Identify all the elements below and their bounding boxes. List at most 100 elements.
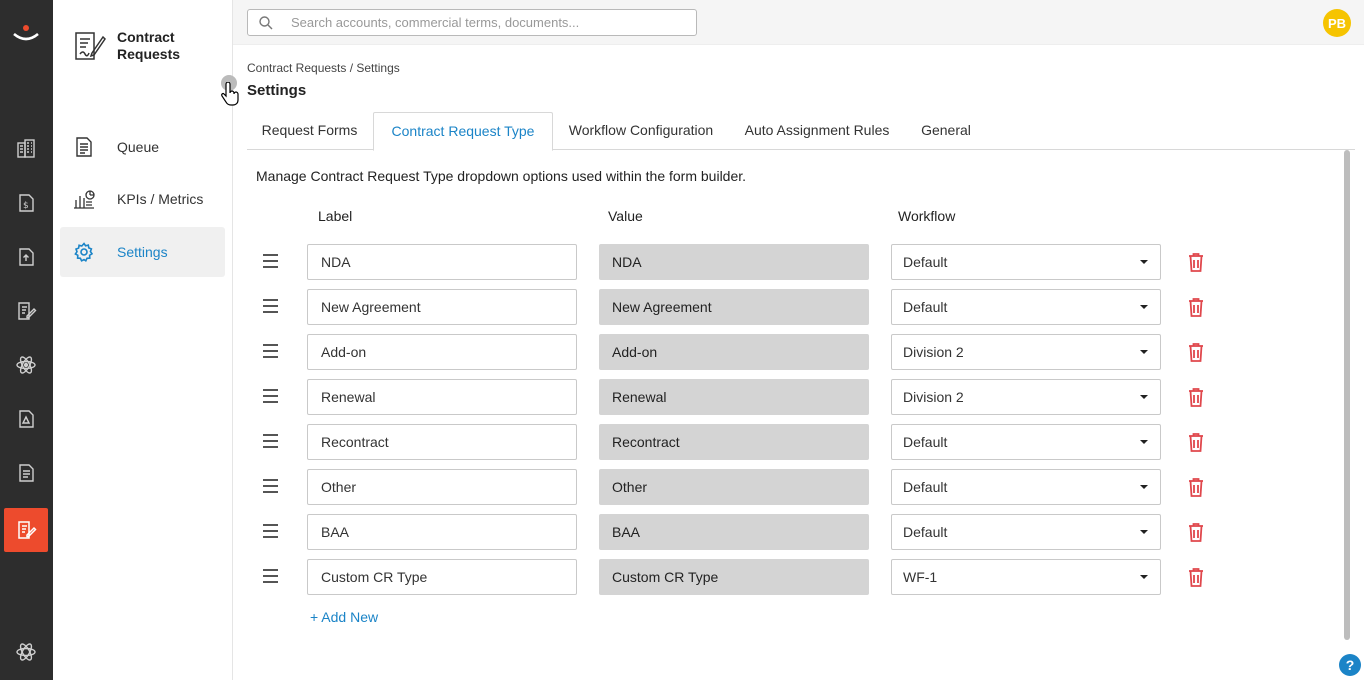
tab-general[interactable]: General	[911, 112, 981, 150]
workflow-select[interactable]: Default	[891, 244, 1161, 280]
label-input[interactable]	[307, 469, 577, 505]
table-row: Recontract Default	[256, 424, 1216, 460]
table-row: Add-on Division 2	[256, 334, 1216, 370]
atom-icon[interactable]	[14, 353, 38, 377]
table-row: BAA Default	[256, 514, 1216, 550]
value-field: Other	[599, 469, 869, 505]
workflow-selected-value: Default	[903, 524, 948, 540]
app-rail: $	[0, 0, 53, 680]
workflow-selected-value: WF-1	[903, 569, 938, 585]
caret-down-icon	[1140, 350, 1148, 354]
user-avatar[interactable]: PB	[1323, 9, 1351, 37]
buildings-icon[interactable]	[14, 137, 38, 161]
warning-document-icon[interactable]	[14, 407, 38, 431]
scrollbar-thumb[interactable]	[1344, 150, 1350, 640]
caret-down-icon	[1140, 440, 1148, 444]
drag-handle-icon[interactable]	[263, 434, 278, 449]
workflow-selected-value: Default	[903, 299, 948, 315]
hand-cursor-icon	[221, 82, 239, 106]
column-header-workflow: Workflow	[898, 208, 956, 224]
add-new-button[interactable]: + Add New	[310, 609, 378, 625]
column-header-label: Label	[318, 208, 353, 224]
help-button[interactable]: ?	[1339, 654, 1361, 676]
caret-down-icon	[1140, 530, 1148, 534]
caret-down-icon	[1140, 575, 1148, 579]
label-input[interactable]	[307, 244, 577, 280]
drag-handle-icon[interactable]	[263, 299, 278, 314]
trash-icon[interactable]	[1188, 432, 1204, 452]
brand-logo-icon[interactable]	[12, 22, 40, 46]
breadcrumb: Contract Requests / Settings	[247, 61, 400, 75]
value-field: NDA	[599, 244, 869, 280]
workflow-select[interactable]: Default	[891, 289, 1161, 325]
secondary-sidebar: Contract Requests Queue KPIs / Metrics S…	[53, 0, 239, 680]
section-description: Manage Contract Request Type dropdown op…	[256, 168, 747, 184]
label-input[interactable]	[307, 424, 577, 460]
chart-icon	[72, 187, 96, 211]
trash-icon[interactable]	[1188, 522, 1204, 542]
drag-handle-icon[interactable]	[263, 254, 278, 269]
workflow-selected-value: Default	[903, 479, 948, 495]
trash-icon[interactable]	[1188, 252, 1204, 272]
caret-down-icon	[1140, 260, 1148, 264]
gear-icon	[72, 240, 96, 264]
value-field: Add-on	[599, 334, 869, 370]
value-field: BAA	[599, 514, 869, 550]
drag-handle-icon[interactable]	[263, 524, 278, 539]
workflow-select[interactable]: Default	[891, 424, 1161, 460]
sidebar-item-label: KPIs / Metrics	[117, 191, 204, 207]
svg-text:$: $	[23, 201, 29, 211]
workflow-selected-value: Division 2	[903, 344, 964, 360]
table-row: NDA Default	[256, 244, 1216, 280]
workflow-select[interactable]: Division 2	[891, 379, 1161, 415]
label-input[interactable]	[307, 559, 577, 595]
trash-icon[interactable]	[1188, 387, 1204, 407]
drag-handle-icon[interactable]	[263, 479, 278, 494]
label-input[interactable]	[307, 334, 577, 370]
caret-down-icon	[1140, 485, 1148, 489]
value-field: Renewal	[599, 379, 869, 415]
sidebar-item-queue[interactable]: Queue	[60, 122, 225, 172]
trash-icon[interactable]	[1188, 342, 1204, 362]
tab-workflow-configuration[interactable]: Workflow Configuration	[560, 112, 722, 150]
contract-requests-icon[interactable]	[14, 518, 38, 542]
caret-down-icon	[1140, 305, 1148, 309]
workflow-select[interactable]: WF-1	[891, 559, 1161, 595]
trash-icon[interactable]	[1188, 477, 1204, 497]
tab-auto-assignment-rules[interactable]: Auto Assignment Rules	[737, 112, 897, 150]
sidebar-item-label: Queue	[117, 139, 160, 155]
content-scrollbar[interactable]	[1342, 150, 1352, 658]
upload-document-icon[interactable]	[14, 245, 38, 269]
label-input[interactable]	[307, 379, 577, 415]
contract-requests-app-icon	[75, 32, 106, 60]
drag-handle-icon[interactable]	[263, 569, 278, 584]
workflow-select[interactable]: Default	[891, 514, 1161, 550]
search-icon	[259, 15, 273, 29]
tab-contract-request-type[interactable]: Contract Request Type	[373, 112, 553, 151]
workflow-selected-value: Default	[903, 434, 948, 450]
edit-document-icon[interactable]	[14, 299, 38, 323]
tab-request-forms[interactable]: Request Forms	[252, 112, 367, 150]
admin-gear-icon[interactable]	[14, 640, 38, 664]
sidebar-item-label: Settings	[117, 244, 168, 260]
trash-icon[interactable]	[1188, 297, 1204, 317]
workflow-selected-value: Division 2	[903, 389, 964, 405]
label-input[interactable]	[307, 514, 577, 550]
top-bar: PB	[233, 0, 1364, 45]
table-row: Renewal Division 2	[256, 379, 1216, 415]
drag-handle-icon[interactable]	[263, 389, 278, 404]
table-row: New Agreement Default	[256, 289, 1216, 325]
workflow-select[interactable]: Default	[891, 469, 1161, 505]
sidebar-item-settings[interactable]: Settings	[60, 227, 225, 277]
drag-handle-icon[interactable]	[263, 344, 278, 359]
label-input[interactable]	[307, 289, 577, 325]
trash-icon[interactable]	[1188, 567, 1204, 587]
report-document-icon[interactable]	[14, 461, 38, 485]
table-row: Other Default	[256, 469, 1216, 505]
sidebar-item-kpis[interactable]: KPIs / Metrics	[60, 174, 225, 224]
workflow-select[interactable]: Division 2	[891, 334, 1161, 370]
page-title: Settings	[247, 82, 307, 99]
app-title: Contract Requests	[117, 29, 181, 62]
dollar-document-icon[interactable]: $	[14, 191, 38, 215]
search-input[interactable]	[291, 15, 691, 30]
